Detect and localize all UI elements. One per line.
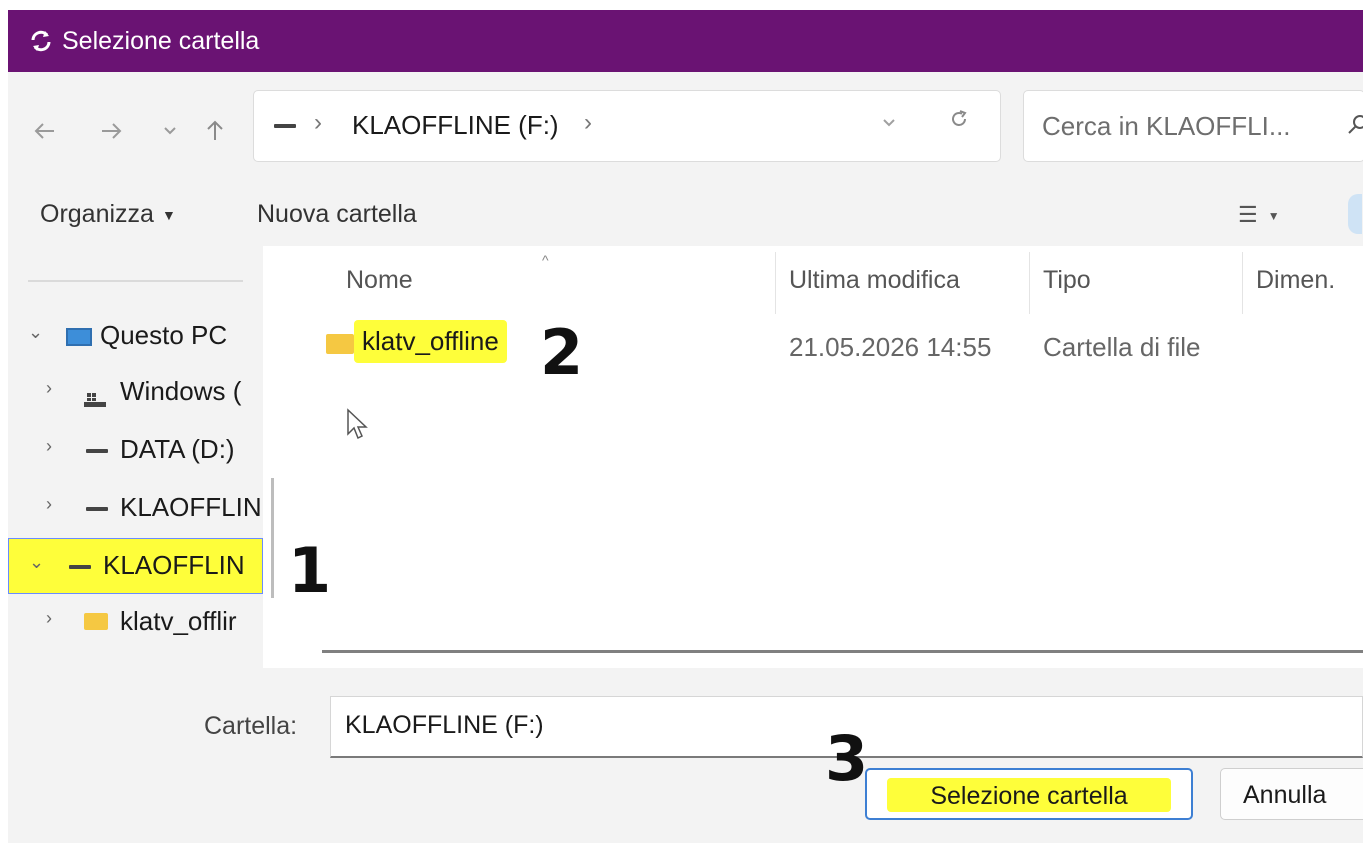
column-divider[interactable]: [1242, 252, 1243, 314]
pane-splitter[interactable]: [271, 478, 274, 598]
sidebar-item-questo-pc[interactable]: ⌄ Questo PC: [8, 310, 263, 362]
command-bar: Organizza ▼ Nuova cartella ☰ ▼: [8, 184, 1363, 246]
breadcrumb-separator-icon[interactable]: ›: [584, 109, 592, 137]
organize-label: Organizza: [40, 200, 154, 228]
column-header-name[interactable]: Nome: [346, 266, 413, 295]
folder-icon: [84, 613, 108, 630]
computer-icon: [66, 328, 92, 346]
drive-icon: [86, 449, 108, 453]
sidebar-item-data-drive[interactable]: › DATA (D:): [8, 424, 263, 476]
chevron-right-icon[interactable]: ›: [46, 378, 52, 399]
file-list: ^ Nome Ultima modifica Tipo Dimen. klatv…: [284, 246, 1363, 668]
column-divider[interactable]: [775, 252, 776, 314]
file-type: Cartella di file: [1043, 332, 1201, 362]
file-name[interactable]: klatv_offline: [354, 320, 507, 363]
chevron-right-icon[interactable]: ›: [46, 494, 52, 515]
drive-icon: [86, 507, 108, 511]
annotation-step-3: 3: [825, 722, 869, 795]
sidebar-item-klaoffline-1[interactable]: › KLAOFFLIN: [8, 482, 263, 534]
chevron-down-icon[interactable]: ⌄: [29, 552, 44, 573]
folder-field-label: Cartella:: [204, 712, 298, 740]
organize-button[interactable]: Organizza ▼: [40, 200, 176, 229]
annotation-step-2: 2: [540, 316, 584, 389]
view-options-button[interactable]: ☰ ▼: [1238, 202, 1280, 228]
chevron-down-icon[interactable]: ⌄: [28, 322, 43, 343]
refresh-icon[interactable]: [949, 108, 969, 136]
new-folder-button[interactable]: Nuova cartella: [257, 200, 417, 229]
search-placeholder[interactable]: Cerca in KLAOFFLI...: [1042, 111, 1291, 142]
search-box[interactable]: Cerca in KLAOFFLI...: [1023, 90, 1363, 162]
chevron-down-icon[interactable]: [155, 116, 185, 146]
sidebar-item-label: Windows (: [120, 376, 242, 406]
sidebar-item-label: KLAOFFLIN: [120, 492, 262, 522]
windows-drive-icon: [84, 384, 106, 407]
column-divider[interactable]: [1029, 252, 1030, 314]
annotation-step-1: 1: [288, 534, 332, 607]
navigation-bar: › KLAOFFLINE (F:) › Cerca in KLAOFFLI...: [8, 72, 1363, 184]
sidebar-item-klatv-offline[interactable]: › klatv_offlir: [8, 596, 263, 648]
list-view-icon: ☰: [1238, 202, 1258, 227]
sidebar-item-label: klatv_offlir: [120, 606, 237, 636]
column-header-type[interactable]: Tipo: [1043, 266, 1091, 295]
sidebar-item-label: Questo PC: [100, 320, 228, 350]
column-header-modified[interactable]: Ultima modifica: [789, 266, 960, 295]
folder-field-value[interactable]: KLAOFFLINE (F:): [345, 711, 544, 740]
chevron-right-icon[interactable]: ›: [46, 608, 52, 629]
dialog-footer: Cartella: KLAOFFLINE (F:) Selezione cart…: [8, 668, 1363, 843]
navigation-pane: ⌄ Questo PC › Windows ( › DATA (D:) › KL…: [8, 246, 263, 668]
search-icon[interactable]: [1346, 113, 1363, 142]
caret-down-icon: ▼: [161, 207, 176, 224]
divider: [28, 280, 243, 282]
breadcrumb-separator-icon[interactable]: ›: [314, 109, 322, 137]
select-folder-label: Selezione cartella: [930, 782, 1128, 810]
sidebar-item-windows[interactable]: › Windows (: [8, 366, 263, 418]
refresh-icon: [26, 26, 56, 56]
help-icon[interactable]: [1348, 194, 1362, 234]
drive-icon: [274, 124, 296, 128]
arrow-left-icon[interactable]: [30, 116, 60, 146]
arrow-right-icon[interactable]: [96, 116, 126, 146]
select-folder-button[interactable]: Selezione cartella: [865, 768, 1193, 820]
sidebar-item-label: KLAOFFLIN: [103, 550, 245, 580]
breadcrumb-drive[interactable]: KLAOFFLINE (F:): [352, 110, 559, 141]
window-title: Selezione cartella: [62, 26, 260, 55]
file-row[interactable]: klatv_offline 21.05.2026 14:55 Cartella …: [322, 316, 1342, 374]
chevron-down-icon[interactable]: [882, 111, 896, 134]
title-bar[interactable]: Selezione cartella: [8, 10, 1363, 72]
drive-icon: [69, 565, 91, 569]
cancel-button[interactable]: Annulla: [1220, 768, 1363, 820]
arrow-up-icon[interactable]: [200, 116, 230, 146]
address-bar[interactable]: › KLAOFFLINE (F:) ›: [253, 90, 1001, 162]
sort-ascending-icon: ^: [542, 252, 549, 268]
mouse-cursor-icon: [346, 408, 370, 447]
cancel-label: Annulla: [1243, 781, 1327, 809]
sidebar-item-klaoffline-selected[interactable]: ⌄ KLAOFFLIN: [8, 538, 263, 594]
folder-icon: [326, 334, 354, 354]
top-edge: [0, 0, 1363, 10]
file-modified: 21.05.2026 14:55: [789, 332, 992, 362]
sidebar-item-label: DATA (D:): [120, 434, 235, 464]
horizontal-scrollbar[interactable]: [322, 650, 1363, 653]
caret-down-icon: ▼: [1267, 209, 1280, 224]
chevron-right-icon[interactable]: ›: [46, 436, 52, 457]
column-header-size[interactable]: Dimen.: [1256, 266, 1335, 295]
